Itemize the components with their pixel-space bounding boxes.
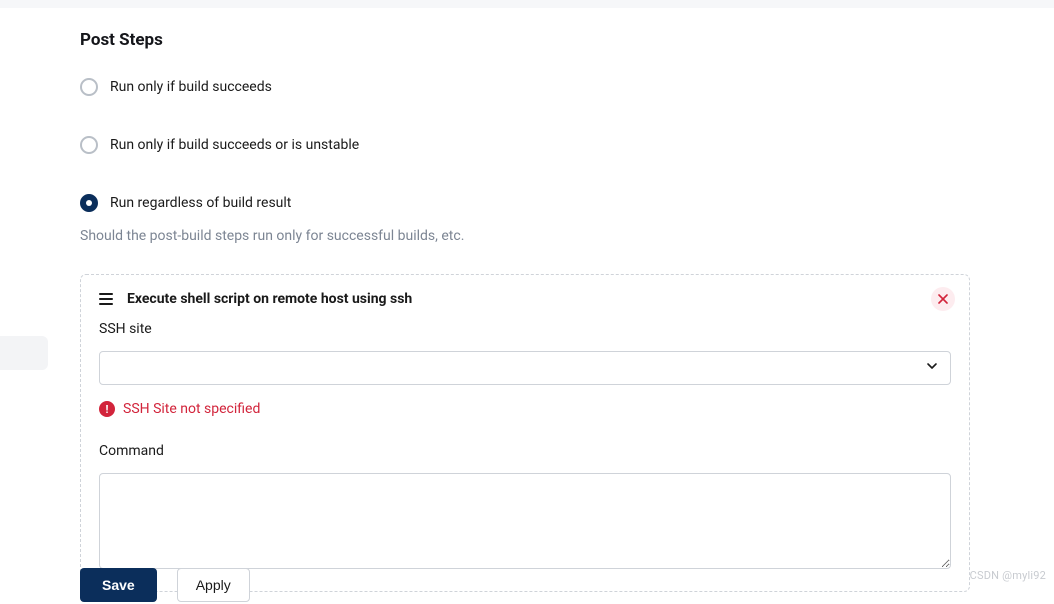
section-title: Post Steps bbox=[80, 30, 970, 50]
main-content: Post Steps Run only if build succeeds Ru… bbox=[0, 8, 970, 592]
top-bar bbox=[0, 0, 1054, 8]
watermark: CSDN @myli92 bbox=[970, 569, 1046, 582]
field-ssh-site: SSH site ! SSH Site not specified bbox=[99, 321, 951, 417]
radio-option-success-unstable[interactable]: Run only if build succeeds or is unstabl… bbox=[80, 136, 970, 154]
radio-group-post-steps: Run only if build succeeds Run only if b… bbox=[80, 78, 970, 212]
side-collapsed-tab[interactable] bbox=[0, 336, 48, 370]
error-icon: ! bbox=[99, 401, 115, 417]
radio-icon bbox=[80, 136, 98, 154]
error-text: SSH Site not specified bbox=[123, 401, 260, 417]
ssh-site-error: ! SSH Site not specified bbox=[99, 401, 951, 417]
step-header: Execute shell script on remote host usin… bbox=[99, 291, 951, 307]
remove-step-button[interactable] bbox=[931, 287, 955, 311]
radio-option-regardless[interactable]: Run regardless of build result bbox=[80, 194, 970, 212]
radio-label: Run only if build succeeds or is unstabl… bbox=[110, 137, 359, 153]
drag-handle-icon[interactable] bbox=[99, 293, 113, 305]
command-label: Command bbox=[99, 443, 951, 459]
close-icon bbox=[938, 294, 948, 304]
apply-button[interactable]: Apply bbox=[177, 568, 250, 602]
ssh-site-select-wrap bbox=[99, 351, 951, 385]
radio-label: Run only if build succeeds bbox=[110, 79, 272, 95]
field-command: Command bbox=[99, 443, 951, 573]
step-title: Execute shell script on remote host usin… bbox=[127, 291, 412, 307]
ssh-site-label: SSH site bbox=[99, 321, 951, 337]
command-textarea[interactable] bbox=[99, 473, 951, 569]
radio-icon bbox=[80, 194, 98, 212]
radio-icon bbox=[80, 78, 98, 96]
radio-option-success-only[interactable]: Run only if build succeeds bbox=[80, 78, 970, 96]
ssh-site-select[interactable] bbox=[99, 351, 951, 385]
build-step-ssh: Execute shell script on remote host usin… bbox=[80, 274, 970, 592]
action-bar: Save Apply bbox=[80, 562, 250, 604]
save-button[interactable]: Save bbox=[80, 568, 157, 602]
help-text: Should the post-build steps run only for… bbox=[80, 228, 970, 244]
radio-label: Run regardless of build result bbox=[110, 195, 291, 211]
